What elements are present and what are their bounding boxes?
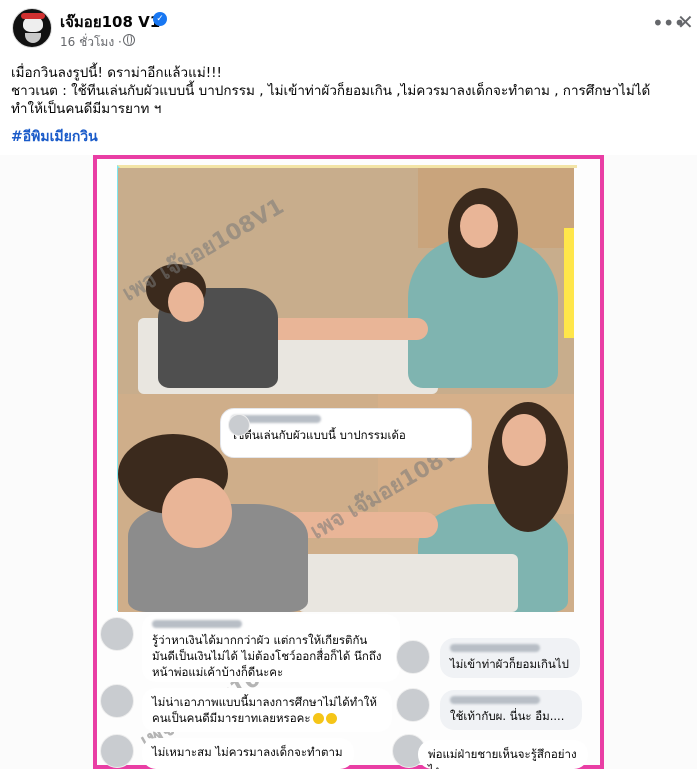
yellow-accent-bar <box>564 228 574 338</box>
comment-bubble: ไม่น่าเอาภาพแบบนี้มาลงการศึกษาไม่ได้ทำให… <box>142 688 392 732</box>
comment-text: ใช้เท้ากับผ. นี่นะ อืม.... <box>450 709 565 723</box>
post-text-line-2: ชาวเนต : ใช้ทีนเล่นกับผัวแบบนี้ บาปกรรม … <box>11 83 651 99</box>
comment-text: รู้ว่าหาเงินได้มากกว่าผัว แต่การให้เกียร… <box>152 633 382 679</box>
comment-bubble: พ่อแม่ฝ่ายชายเห็นจะรู้สึกอย่างไง <box>418 740 588 769</box>
man-face <box>168 282 204 322</box>
avatar-hat <box>21 13 45 19</box>
photo-top <box>118 168 574 394</box>
comment-author-blur <box>450 644 540 652</box>
comment-avatar <box>100 617 134 651</box>
comment-bubble: รู้ว่าหาเงินได้มากกว่าผัว แต่การให้เกียร… <box>142 614 400 682</box>
comment-bubble: ใช้เท้ากับผ. นี่นะ อืม.... <box>440 690 582 730</box>
comment-avatar <box>396 688 430 722</box>
post-timestamp[interactable]: 16 ชั่วโมง · <box>60 33 122 52</box>
post-body-text: เมื่อกวินลงรูปนี้! ดราม่าอีกแล้วแม่!!! ช… <box>11 64 691 118</box>
comment-avatar <box>396 640 430 674</box>
man-face <box>162 478 232 548</box>
emoji-icon <box>312 713 324 724</box>
comment-avatar <box>100 684 134 718</box>
comment-avatar <box>228 414 250 436</box>
comment-bubble: ใช้ตีนเล่นกับผัวแบบนี้ บาปกรรมเด้อ <box>220 408 472 458</box>
post-text-line-3: ทำให้เป็นคนดีมีมารยาท ฯ <box>11 101 162 117</box>
comment-text: ไม่น่าเอาภาพแบบนี้มาลงการศึกษาไม่ได้ทำให… <box>152 695 377 725</box>
hospital-bed <box>298 554 518 612</box>
verified-badge-icon: ✓ <box>153 12 167 26</box>
avatar-mouth <box>25 33 41 43</box>
close-icon[interactable]: ✕ <box>677 12 694 32</box>
comment-avatar <box>100 734 134 768</box>
comment-author-blur <box>152 620 242 628</box>
comment-text: ไม่เข้าท่าผัวก็ยอมเกินไป <box>450 657 569 671</box>
globe-icon <box>123 34 135 46</box>
patient-face <box>460 204 498 248</box>
comment-text: ใช้ตีนเล่นกับผัวแบบนี้ บาปกรรมเด้อ <box>231 428 406 442</box>
comment-text: พ่อแม่ฝ่ายชายเห็นจะรู้สึกอย่างไง <box>428 747 577 769</box>
comment-author-blur <box>450 696 540 704</box>
comment-bubble: ไม่เหมาะสม ไม่ควรมาลงเด็กจะทำตาม <box>142 738 354 769</box>
comment-text: ไม่เหมาะสม ไม่ควรมาลงเด็กจะทำตาม <box>152 745 343 759</box>
page-avatar[interactable] <box>12 8 52 48</box>
patient-face <box>502 414 546 466</box>
post-header: เจ๊มอย108 V1 ✓ 16 ชั่วโมง · ••• ✕ <box>0 0 697 60</box>
emoji-icon <box>325 713 337 724</box>
comment-bubble: ไม่เข้าท่าผัวก็ยอมเกินไป <box>440 638 580 678</box>
hashtag-link[interactable]: #อีพิมเมียกวิน <box>11 126 98 148</box>
page-name-link[interactable]: เจ๊มอย108 V1 <box>60 10 160 34</box>
post-text-line-1: เมื่อกวินลงรูปนี้! ดราม่าอีกแล้วแม่!!! <box>11 65 222 81</box>
